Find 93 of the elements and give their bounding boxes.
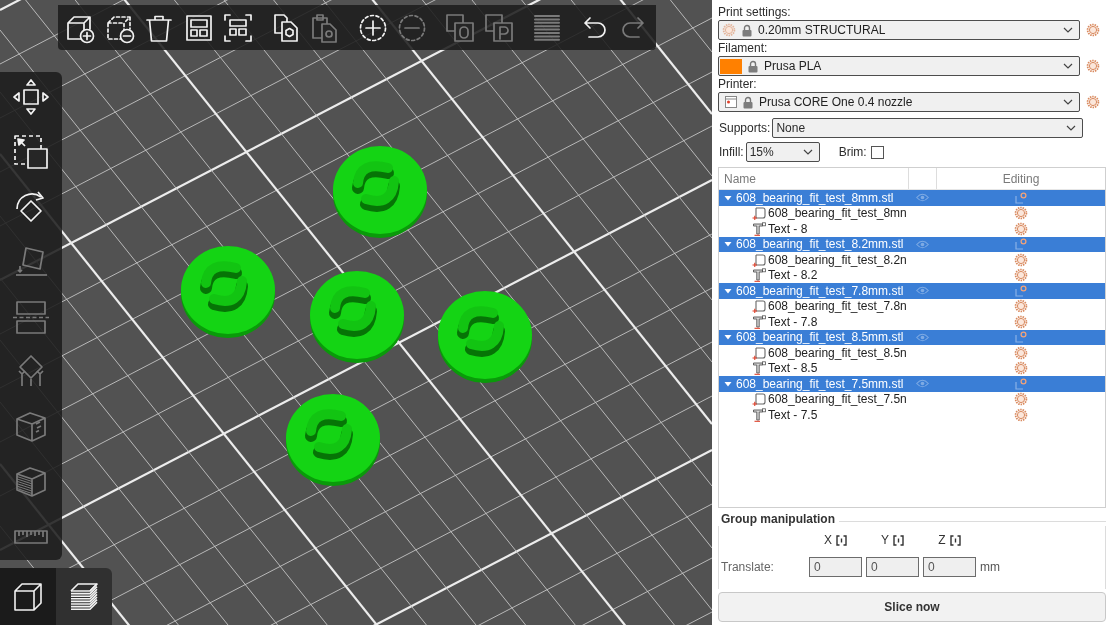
field-label: Printer:	[718, 77, 757, 92]
object-row[interactable]: 608_bearing_fit_test_7.5mm.stl	[719, 376, 1105, 392]
object-settings-icon[interactable]	[1014, 377, 1027, 390]
text-part-icon	[752, 314, 766, 329]
object-settings-icon[interactable]	[1014, 191, 1027, 204]
arrange-selection-icon[interactable]	[222, 11, 254, 44]
infill-dropdown[interactable]: 15%	[745, 142, 820, 162]
object-row[interactable]: 608_bearing_fit_test_8.2mm.stl	[719, 236, 1105, 252]
chevron-down-icon	[1063, 27, 1073, 33]
gear-icon[interactable]	[1086, 23, 1100, 37]
object-row[interactable]: 608_bearing_fit_test_8mm.stl	[719, 190, 1105, 206]
filament-dropdown[interactable]: Prusa PLA	[718, 56, 1080, 76]
chevron-down-icon	[1063, 63, 1073, 69]
printer-dropdown[interactable]: Prusa CORE One 0.4 nozzle	[718, 92, 1080, 112]
part-row[interactable]: 608_bearing_fit_test_7.8n	[719, 298, 1105, 314]
part-row[interactable]: Text - 7.5	[719, 407, 1105, 423]
gear-icon[interactable]	[1013, 206, 1028, 221]
text-part-icon	[752, 407, 766, 422]
text-part-icon	[752, 221, 766, 236]
lock-icon	[743, 95, 753, 109]
text-part-icon	[752, 361, 766, 376]
bracket-icon[interactable]	[893, 534, 904, 546]
part-row[interactable]: 608_bearing_fit_test_8.5n	[719, 345, 1105, 361]
bracket-icon[interactable]	[949, 534, 961, 546]
object-settings-icon[interactable]	[1014, 238, 1027, 251]
expand-arrow-icon[interactable]	[724, 240, 732, 249]
part-icon	[752, 252, 766, 267]
expand-arrow-icon[interactable]	[724, 333, 732, 342]
gear-icon[interactable]	[1013, 268, 1028, 283]
group-title: Group manipulation	[720, 512, 836, 526]
part-icon	[752, 392, 766, 407]
translate-input[interactable]: 0	[923, 557, 976, 577]
field-label: Translate:	[721, 560, 774, 574]
chevron-down-icon	[1063, 99, 1073, 105]
chevron-down-icon	[1066, 125, 1077, 131]
gear-icon[interactable]	[1013, 392, 1028, 407]
gear-icon[interactable]	[1013, 314, 1028, 329]
gear-icon[interactable]	[1086, 59, 1100, 73]
expand-arrow-icon[interactable]	[724, 286, 732, 295]
lock-icon	[748, 59, 758, 73]
expand-arrow-icon[interactable]	[724, 193, 732, 202]
expand-arrow-icon[interactable]	[724, 379, 732, 388]
part-icon	[752, 299, 766, 314]
bracket-icon[interactable]	[836, 534, 847, 546]
part-row[interactable]: Text - 8.5	[719, 360, 1105, 376]
disc-model[interactable]	[286, 394, 380, 486]
translate-input[interactable]: 0	[866, 557, 919, 577]
disc-model[interactable]	[333, 146, 427, 238]
gear-icon[interactable]	[1086, 95, 1100, 109]
axis-label: Z	[938, 533, 946, 547]
column-header: Editing	[1002, 171, 1040, 186]
object-settings-icon[interactable]	[1014, 331, 1027, 344]
part-row[interactable]: 608_bearing_fit_test_8.2n	[719, 252, 1105, 268]
gear-icon[interactable]	[1013, 252, 1028, 267]
text-part-icon	[752, 268, 766, 283]
part-row[interactable]: 608_bearing_fit_test_7.5n	[719, 391, 1105, 407]
slice-now-button[interactable]: Slice now	[718, 592, 1106, 622]
gear-icon[interactable]	[1013, 361, 1028, 376]
disc-model[interactable]	[181, 246, 275, 338]
object-row[interactable]: 608_bearing_fit_test_7.8mm.stl	[719, 283, 1105, 299]
disc-model[interactable]	[438, 291, 532, 383]
part-row[interactable]: 608_bearing_fit_test_8mn	[719, 205, 1105, 221]
lock-icon	[742, 23, 752, 37]
print-settings-dropdown[interactable]: 0.20mm STRUCTURAL	[718, 20, 1080, 40]
supports-dropdown[interactable]: None	[772, 118, 1084, 138]
field-label: Infill:	[719, 145, 744, 159]
chevron-down-icon	[802, 149, 813, 155]
field-label: Brim:	[838, 145, 867, 159]
disc-model[interactable]	[310, 271, 404, 363]
view-mode-tab[interactable]	[0, 568, 56, 625]
part-icon	[752, 206, 766, 221]
scale-icon[interactable]	[11, 132, 51, 172]
gear-icon[interactable]	[1013, 345, 1028, 360]
gear-icon[interactable]	[1013, 407, 1028, 422]
translate-input[interactable]: 0	[809, 557, 862, 577]
field-label: Filament:	[718, 41, 768, 56]
unit-label: mm	[980, 560, 1000, 574]
field-label: Supports:	[719, 121, 771, 135]
object-row[interactable]: 608_bearing_fit_test_8.5mm.stl	[719, 329, 1105, 345]
part-row[interactable]: Text - 8	[719, 221, 1105, 237]
column-header: Name	[724, 171, 756, 186]
part-row[interactable]: Text - 7.8	[719, 314, 1105, 330]
field-label: Print settings:	[718, 5, 791, 20]
brim-checkbox[interactable]	[870, 145, 884, 159]
object-settings-icon[interactable]	[1014, 284, 1027, 297]
printer-icon	[725, 96, 737, 108]
axis-label: X	[824, 533, 832, 547]
axis-label: Y	[881, 533, 889, 547]
gear-icon[interactable]	[1013, 299, 1028, 314]
gear-icon[interactable]	[1013, 221, 1028, 236]
part-icon	[752, 345, 766, 360]
part-row[interactable]: Text - 8.2	[719, 267, 1105, 283]
move-icon[interactable]	[11, 77, 51, 117]
